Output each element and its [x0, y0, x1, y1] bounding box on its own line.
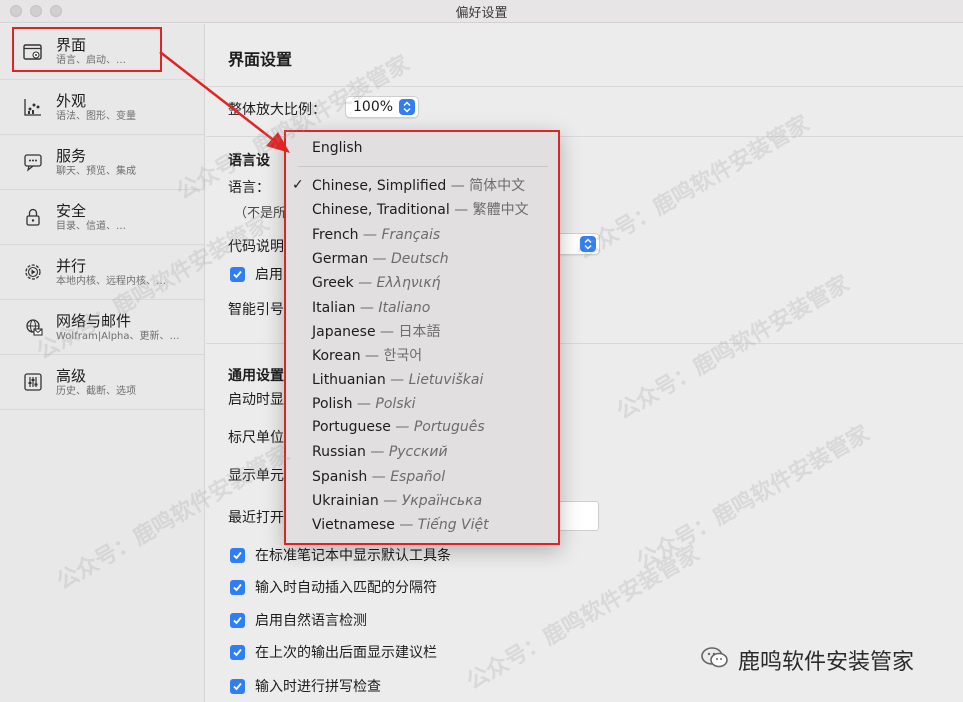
- check-label: 启用自然语言检测: [255, 613, 367, 629]
- page-title: 界面设置: [228, 50, 293, 69]
- checkbox[interactable]: [230, 678, 245, 694]
- sidebar-item-sublabel: 语法、图形、变量: [56, 110, 136, 122]
- check-row-delimiters[interactable]: 输入时自动插入匹配的分隔符: [230, 577, 437, 597]
- checkbox[interactable]: [230, 579, 245, 595]
- language-note: （不是所: [234, 206, 287, 221]
- check-label: 在标准笔记本中显示默认工具条: [255, 548, 451, 564]
- zoom-window-button[interactable]: [50, 5, 62, 17]
- checkbox[interactable]: [230, 644, 245, 660]
- sidebar-item-sublabel: 历史、截断、选项: [56, 385, 136, 397]
- popup-stepper-icon: [399, 99, 415, 115]
- wechat-icon: [700, 645, 730, 675]
- enable-label: 启用: [255, 267, 283, 283]
- menu-item-greek[interactable]: Greek — Ελληνική: [312, 274, 441, 292]
- sidebar-item-security[interactable]: 安全 目录、信道、…: [0, 190, 204, 245]
- menu-item-spanish[interactable]: Spanish — Español: [312, 468, 445, 486]
- menu-item-chinese-simplified[interactable]: Chinese, Simplified — 简体中文: [312, 177, 525, 195]
- checkbox[interactable]: [230, 266, 245, 282]
- menu-item-polish[interactable]: Polish — Polski: [312, 395, 416, 413]
- close-window-button[interactable]: [10, 5, 22, 17]
- menu-item-german[interactable]: German — Deutsch: [312, 250, 449, 268]
- general-section-title: 通用设置: [228, 368, 284, 384]
- menu-item-chinese-traditional[interactable]: Chinese, Traditional — 繁體中文: [312, 201, 529, 219]
- code-annotation-label: 代码说明: [228, 239, 284, 255]
- menu-item-russian[interactable]: Russian — Русский: [312, 443, 448, 461]
- sliders-icon: [22, 371, 44, 393]
- check-row-suggestions[interactable]: 在上次的输出后面显示建议栏: [230, 642, 437, 662]
- sidebar-item-advanced[interactable]: 高级 历史、截断、选项: [0, 355, 204, 410]
- sidebar-item-label: 并行: [56, 256, 87, 275]
- menu-item-korean[interactable]: Korean — 한국어: [312, 347, 422, 365]
- ruler-units-label: 标尺单位: [228, 430, 284, 446]
- minimize-window-button[interactable]: [30, 5, 42, 17]
- menu-item-vietnamese[interactable]: Vietnamese — Tiếng Việt: [312, 516, 489, 534]
- sidebar-item-sublabel: 目录、信道、…: [56, 220, 126, 232]
- enable-checkbox-row[interactable]: 启用: [230, 264, 283, 284]
- language-menu[interactable]: English ✓ Chinese, Simplified — 简体中文 Chi…: [284, 130, 560, 545]
- sidebar-item-label: 服务: [56, 146, 87, 165]
- check-row-spellcheck[interactable]: 输入时进行拼写检查: [230, 676, 381, 696]
- sidebar-item-sublabel: 聊天、预览、集成: [56, 165, 136, 177]
- sidebar-item-services[interactable]: 服务 聊天、预览、集成: [0, 135, 204, 190]
- check-row-natural-language[interactable]: 启用自然语言检测: [230, 610, 367, 630]
- check-label: 输入时自动插入匹配的分隔符: [255, 580, 437, 596]
- checkbox[interactable]: [230, 547, 245, 563]
- brand-signature: 鹿鸣软件安装管家: [700, 644, 914, 676]
- sidebar-item-network[interactable]: 网络与邮件 Wolfram|Alpha、更新、…: [0, 300, 204, 355]
- preferences-window: 偏好设置 界面 语言、启动、… 外观 语法、图形、变量 服务 聊天、预览、集成 …: [0, 0, 963, 702]
- sidebar-item-label: 网络与邮件: [56, 311, 132, 330]
- startup-label: 启动时显: [228, 392, 284, 408]
- sidebar: 界面 语言、启动、… 外观 语法、图形、变量 服务 聊天、预览、集成 安全 目录…: [0, 24, 205, 702]
- sidebar-item-sublabel: 本地内核、远程内核、…: [56, 275, 166, 287]
- menu-item-ukrainian[interactable]: Ukrainian — Українська: [312, 492, 482, 510]
- smart-quotes-label: 智能引号: [228, 302, 284, 318]
- globe-icon: [22, 316, 44, 338]
- chat-bubble-icon: [22, 151, 44, 173]
- language-label: 语言：: [228, 180, 270, 196]
- sidebar-item-sublabel: Wolfram|Alpha、更新、…: [56, 330, 180, 342]
- checkmark-icon: ✓: [292, 177, 304, 193]
- popup-stepper-icon: [580, 236, 596, 252]
- sidebar-item-label: 高级: [56, 366, 87, 385]
- language-section-title: 语言设: [228, 153, 270, 169]
- zoom-popup[interactable]: 100%: [345, 96, 419, 118]
- sidebar-item-parallel[interactable]: 并行 本地内核、远程内核、…: [0, 245, 204, 300]
- menu-item-lithuanian[interactable]: Lithuanian — Lietuviškai: [312, 371, 483, 389]
- check-label: 输入时进行拼写检查: [255, 679, 381, 695]
- check-row-toolbar[interactable]: 在标准笔记本中显示默认工具条: [230, 545, 451, 565]
- menu-item-english[interactable]: English: [312, 139, 363, 157]
- checkbox[interactable]: [230, 612, 245, 628]
- chart-icon: [22, 96, 44, 118]
- menu-item-japanese[interactable]: Japanese — 日本語: [312, 323, 440, 341]
- gear-play-icon: [22, 261, 44, 283]
- recent-files-label: 最近打开: [228, 510, 284, 526]
- menu-separator: [298, 166, 548, 167]
- check-label: 在上次的输出后面显示建议栏: [255, 645, 437, 661]
- title-bar: 偏好设置: [0, 0, 963, 23]
- highlight-box-sidebar: [12, 27, 162, 72]
- lock-icon: [22, 206, 44, 228]
- menu-item-portuguese[interactable]: Portuguese — Português: [312, 418, 485, 436]
- display-cells-label: 显示单元: [228, 468, 284, 484]
- sidebar-item-label: 安全: [56, 201, 87, 220]
- brand-name: 鹿鸣软件安装管家: [738, 650, 915, 675]
- menu-item-french[interactable]: French — Français: [312, 226, 440, 244]
- sidebar-item-label: 外观: [56, 91, 87, 110]
- zoom-value: 100%: [353, 99, 394, 115]
- window-title: 偏好设置: [455, 5, 508, 21]
- zoom-label: 整体放大比例：: [228, 102, 326, 118]
- sidebar-item-appearance[interactable]: 外观 语法、图形、变量: [0, 80, 204, 135]
- menu-item-italian[interactable]: Italian — Italiano: [312, 299, 430, 317]
- window-controls: [10, 5, 62, 17]
- divider: [206, 86, 963, 87]
